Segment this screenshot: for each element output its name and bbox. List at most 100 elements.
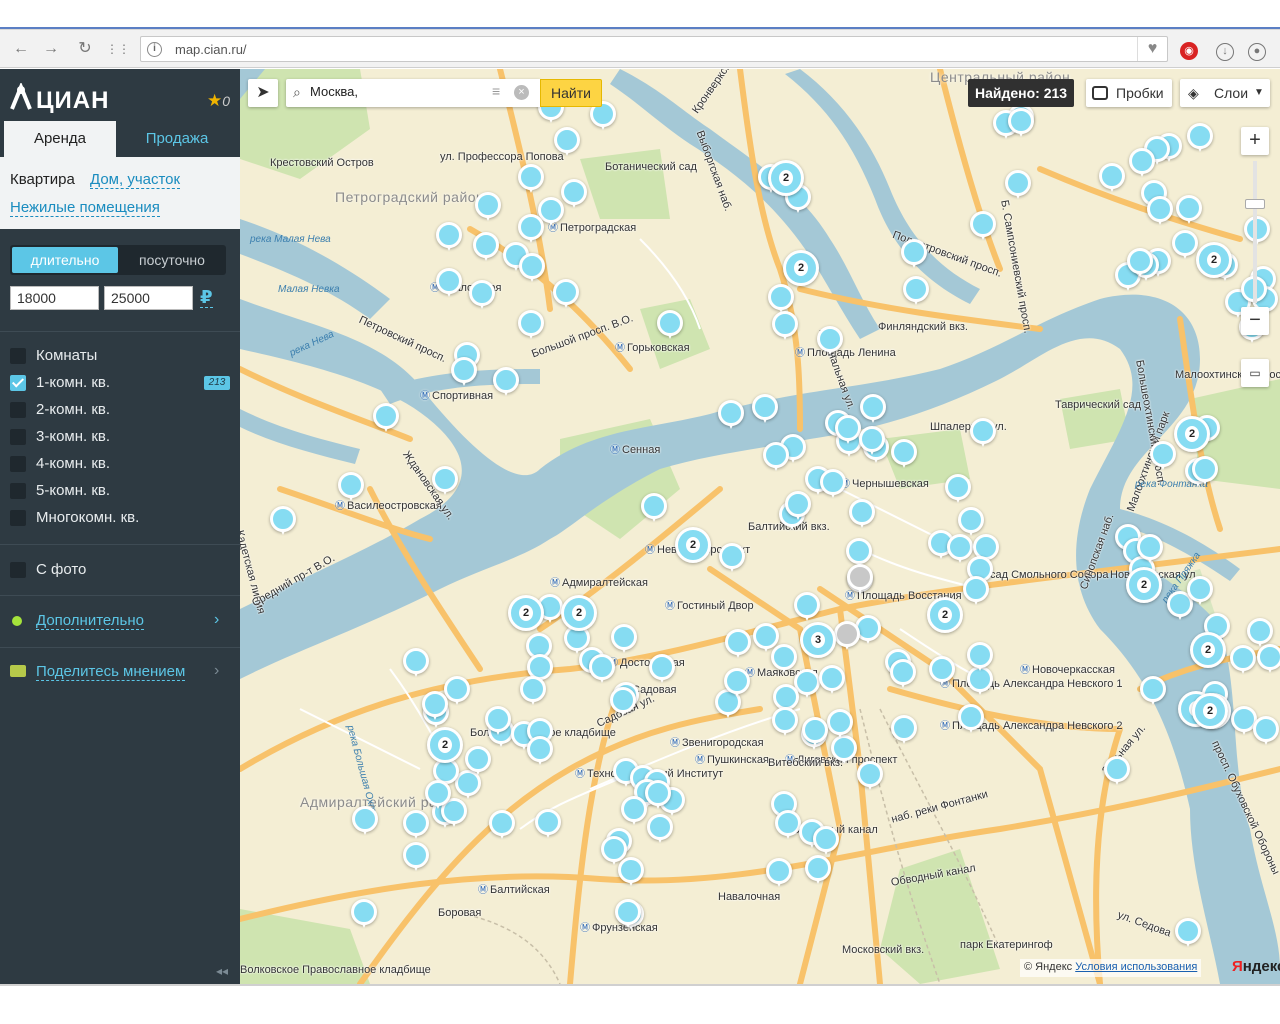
download-icon[interactable]: ↓ bbox=[1214, 38, 1236, 61]
back-icon[interactable]: ← bbox=[10, 39, 32, 59]
term-long[interactable]: длительно bbox=[12, 247, 118, 273]
listing-marker[interactable] bbox=[827, 709, 853, 738]
listing-marker[interactable] bbox=[436, 222, 462, 251]
listing-marker[interactable] bbox=[1147, 196, 1173, 225]
listing-cluster[interactable]: 2 bbox=[927, 597, 963, 633]
listing-marker[interactable] bbox=[1005, 170, 1031, 199]
info-icon[interactable]: i bbox=[147, 42, 162, 57]
type-house[interactable]: Дом, участок bbox=[90, 171, 181, 189]
listing-marker[interactable] bbox=[945, 474, 971, 503]
listing-marker[interactable] bbox=[473, 232, 499, 261]
listing-marker[interactable] bbox=[772, 707, 798, 736]
listing-marker[interactable] bbox=[554, 127, 580, 156]
listing-marker[interactable] bbox=[618, 857, 644, 886]
listing-marker[interactable] bbox=[621, 796, 647, 825]
listing-marker[interactable] bbox=[831, 735, 857, 764]
listing-marker[interactable] bbox=[963, 576, 989, 605]
listing-marker[interactable] bbox=[352, 806, 378, 835]
listing-cluster[interactable]: 2 bbox=[1126, 567, 1162, 603]
term-daily[interactable]: посуточно bbox=[120, 247, 224, 273]
room-checkbox-2[interactable] bbox=[10, 402, 26, 418]
profile-icon[interactable]: ● bbox=[1246, 38, 1268, 61]
room-checkbox-1[interactable] bbox=[10, 375, 26, 391]
forward-icon[interactable]: → bbox=[40, 39, 62, 59]
listing-marker[interactable] bbox=[901, 239, 927, 268]
listing-marker[interactable] bbox=[432, 466, 458, 495]
favorites[interactable]: ★0 bbox=[207, 91, 230, 111]
listing-marker[interactable] bbox=[849, 499, 875, 528]
listing-cluster[interactable]: 2 bbox=[1174, 416, 1210, 452]
listing-marker[interactable] bbox=[338, 472, 364, 501]
listing-marker[interactable] bbox=[518, 310, 544, 339]
zoom-track[interactable] bbox=[1253, 161, 1257, 303]
listing-marker[interactable] bbox=[489, 810, 515, 839]
find-button[interactable]: Найти bbox=[540, 79, 602, 107]
room-checkbox-3[interactable] bbox=[10, 429, 26, 445]
listing-marker[interactable] bbox=[724, 668, 750, 697]
locate-me-icon[interactable]: ➤ bbox=[248, 79, 278, 107]
reload-icon[interactable]: ↻ bbox=[74, 39, 96, 59]
listing-marker[interactable] bbox=[1247, 618, 1273, 647]
listing-marker[interactable] bbox=[958, 704, 984, 733]
listing-marker[interactable] bbox=[891, 439, 917, 468]
listing-marker[interactable] bbox=[475, 192, 501, 221]
listing-cluster[interactable]: 2 bbox=[675, 527, 711, 563]
listing-marker[interactable] bbox=[589, 654, 615, 683]
listing-marker[interactable] bbox=[753, 623, 779, 652]
listing-marker[interactable] bbox=[890, 659, 916, 688]
listing-marker[interactable] bbox=[768, 284, 794, 313]
listing-marker[interactable] bbox=[373, 403, 399, 432]
listing-marker[interactable] bbox=[794, 592, 820, 621]
listing-marker[interactable] bbox=[535, 809, 561, 838]
listing-marker[interactable] bbox=[802, 717, 828, 746]
listing-marker[interactable] bbox=[647, 814, 673, 843]
listing-marker[interactable] bbox=[518, 214, 544, 243]
currency-switch[interactable]: ₽ bbox=[200, 287, 213, 308]
address-bar[interactable]: i map.cian.ru/ ♥ bbox=[140, 36, 1168, 62]
listing-marker[interactable] bbox=[1257, 644, 1280, 673]
traffic-button[interactable]: Пробки bbox=[1086, 79, 1172, 107]
listing-cluster[interactable]: 2 bbox=[1192, 693, 1228, 729]
zoom-in-button[interactable]: + bbox=[1241, 127, 1269, 155]
listing-marker[interactable] bbox=[859, 426, 885, 455]
listing-marker[interactable] bbox=[817, 326, 843, 355]
listing-marker[interactable] bbox=[527, 736, 553, 765]
listing-cluster[interactable]: 2 bbox=[768, 160, 804, 196]
listing-marker[interactable] bbox=[465, 746, 491, 775]
listing-marker[interactable] bbox=[1172, 230, 1198, 259]
listing-marker[interactable] bbox=[641, 493, 667, 522]
listing-marker[interactable] bbox=[1230, 645, 1256, 674]
listing-marker[interactable] bbox=[970, 211, 996, 240]
zoom-out-button[interactable]: − bbox=[1241, 307, 1269, 335]
listing-marker[interactable] bbox=[1187, 576, 1213, 605]
listing-marker[interactable] bbox=[403, 648, 429, 677]
listing-marker[interactable] bbox=[835, 415, 861, 444]
listing-marker[interactable] bbox=[403, 810, 429, 839]
price-from-input[interactable]: 18000 bbox=[10, 286, 99, 310]
listing-cluster[interactable]: 2 bbox=[783, 250, 819, 286]
listing-marker[interactable] bbox=[518, 164, 544, 193]
listing-marker[interactable] bbox=[775, 810, 801, 839]
listing-marker[interactable] bbox=[1176, 195, 1202, 224]
listing-marker[interactable] bbox=[553, 279, 579, 308]
listing-marker[interactable] bbox=[718, 400, 744, 429]
listing-marker[interactable] bbox=[444, 676, 470, 705]
listing-cluster[interactable]: 2 bbox=[427, 727, 463, 763]
listing-marker[interactable] bbox=[1008, 108, 1034, 137]
listing-cluster[interactable]: 2 bbox=[1190, 632, 1226, 668]
listing-marker[interactable] bbox=[615, 899, 641, 928]
listing-marker[interactable] bbox=[819, 665, 845, 694]
listing-marker[interactable] bbox=[1187, 123, 1213, 152]
listing-marker[interactable] bbox=[860, 394, 886, 423]
room-checkbox-5[interactable] bbox=[10, 483, 26, 499]
listing-marker[interactable] bbox=[436, 268, 462, 297]
viewed-listing-marker[interactable] bbox=[834, 621, 860, 650]
listing-marker[interactable] bbox=[1140, 676, 1166, 705]
price-to-input[interactable]: 25000 bbox=[104, 286, 193, 310]
map-view[interactable]: Петроградский район Центральный район Адми… bbox=[240, 69, 1280, 984]
listing-marker[interactable] bbox=[1150, 441, 1176, 470]
ruler-icon[interactable]: ▭ bbox=[1241, 359, 1269, 387]
listing-marker[interactable] bbox=[771, 644, 797, 673]
room-checkbox-multi[interactable] bbox=[10, 510, 26, 526]
listing-marker[interactable] bbox=[645, 780, 671, 809]
